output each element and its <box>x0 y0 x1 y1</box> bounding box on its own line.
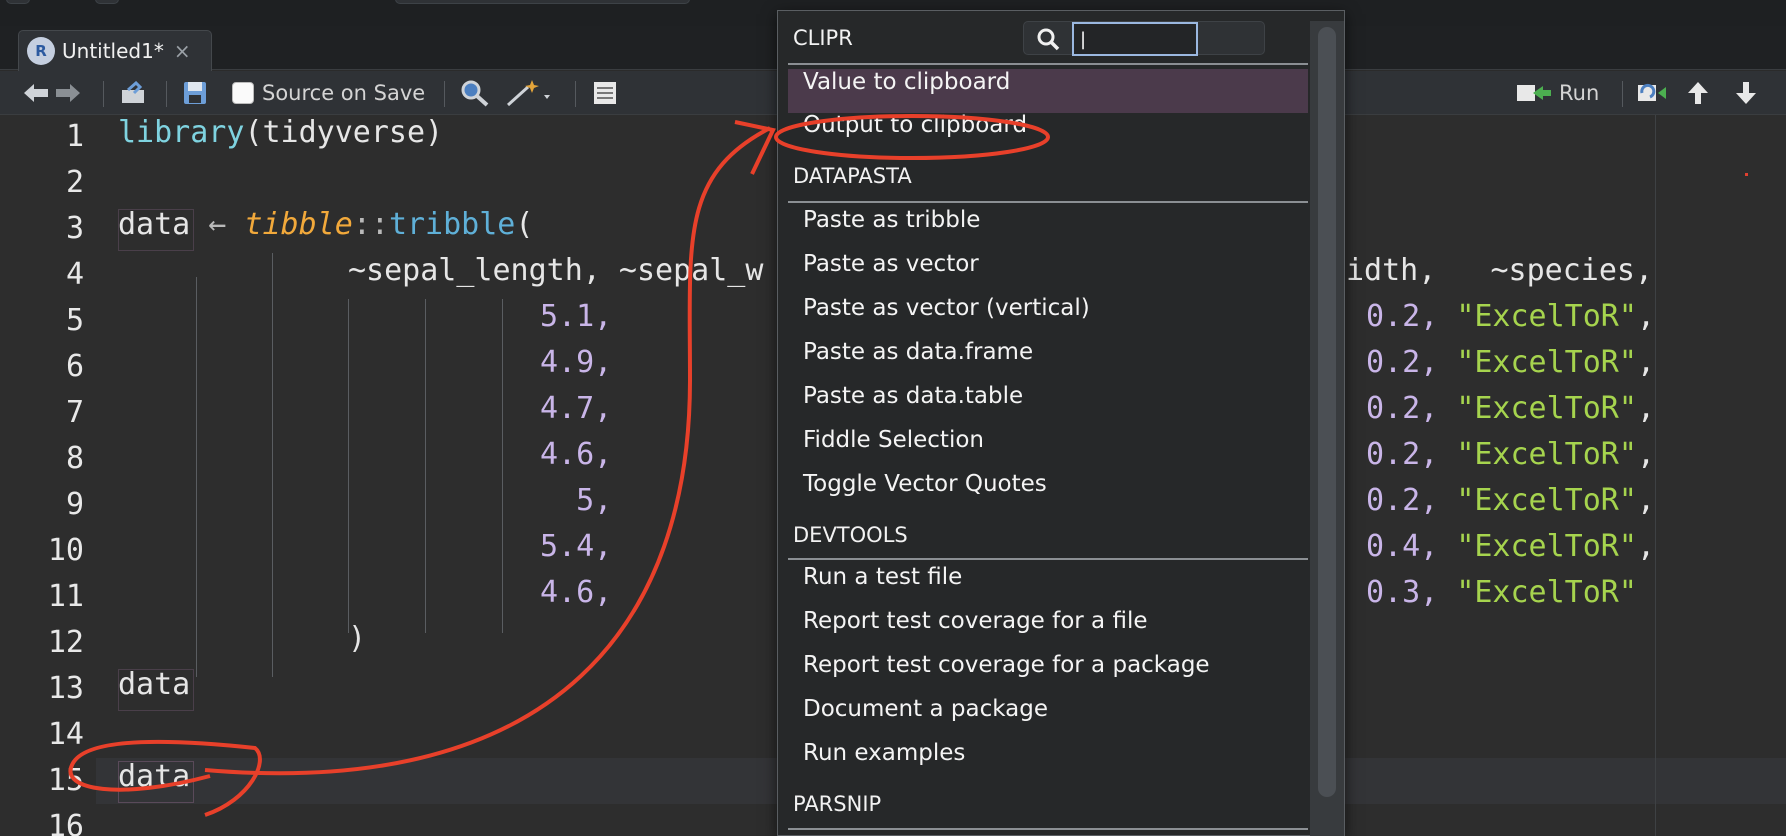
compile-report-icon[interactable] <box>592 71 618 115</box>
back-arrow-icon[interactable] <box>22 71 50 115</box>
menu-item-output-to-clipboard[interactable]: Output to clipboard <box>788 112 1308 156</box>
line-number: 6 <box>65 349 84 384</box>
row-left-value: 5.1, <box>540 299 613 334</box>
show-in-window-icon[interactable] <box>118 71 148 115</box>
menu-item-paste-as-tribble[interactable]: Paste as tribble <box>788 207 1308 251</box>
run-label: Run <box>1559 81 1600 105</box>
find-icon[interactable] <box>460 71 490 115</box>
menu-item-fiddle-selection[interactable]: Fiddle Selection <box>788 427 1308 471</box>
rerun-icon[interactable] <box>1636 71 1674 115</box>
source-on-save-toggle[interactable]: Source on Save <box>232 71 425 115</box>
code-line-4-left: ~sepal_length, ~sepal_w <box>348 253 764 288</box>
row-left-value: 4.6, <box>540 575 613 610</box>
code-line-15: data <box>118 759 194 805</box>
forward-arrow-icon[interactable] <box>54 71 82 115</box>
section-header-clipr: CLIPR <box>793 26 853 50</box>
close-icon[interactable]: × <box>174 39 191 63</box>
line-number: 11 <box>47 579 84 614</box>
rstudio-window: R Untitled1* × Source on Save Run 1 2 3 … <box>0 0 1786 836</box>
line-number: 7 <box>65 395 84 430</box>
search-icon <box>1037 28 1060 51</box>
line-number: 4 <box>65 257 84 292</box>
tab-title: Untitled1* <box>62 39 164 63</box>
line-number: 1 <box>65 119 84 154</box>
menu-item-paste-as-vector[interactable]: Paste as vector <box>788 251 1308 295</box>
line-number: 12 <box>47 625 84 660</box>
menu-item-paste-as-data-frame[interactable]: Paste as data.frame <box>788 339 1308 383</box>
line-number: 3 <box>65 211 84 246</box>
addin-search-box <box>1023 21 1265 56</box>
menu-item-toggle-vector-quotes[interactable]: Toggle Vector Quotes <box>788 471 1308 515</box>
code-line-12: ) <box>348 621 367 656</box>
r-file-icon: R <box>24 37 55 65</box>
menu-item-paste-as-vector-vertical[interactable]: Paste as vector (vertical) <box>788 295 1308 339</box>
menu-item-run-examples[interactable]: Run examples <box>788 740 1308 784</box>
line-number: 14 <box>47 717 84 752</box>
code-line-4-right: idth, ~species, <box>1346 253 1654 288</box>
row-right: 0.2, "ExcelToR", <box>1366 483 1655 518</box>
section-header-datapasta: DATAPASTA <box>793 164 912 188</box>
run-button[interactable]: Run <box>1515 71 1599 115</box>
row-right: 0.4, "ExcelToR", <box>1366 529 1655 564</box>
line-number: 2 <box>65 165 84 200</box>
code-line-13: data <box>118 667 194 713</box>
row-right: 0.2, "ExcelToR", <box>1366 391 1655 426</box>
code-tools-wand-icon[interactable] <box>504 71 554 115</box>
go-to-previous-section-icon[interactable] <box>1686 71 1710 115</box>
row-right: 0.2, "ExcelToR", <box>1366 345 1655 380</box>
menu-scrollbar-thumb[interactable] <box>1318 27 1336 797</box>
line-number: 13 <box>47 671 84 706</box>
line-number: 9 <box>65 487 84 522</box>
line-number-gutter: 1 2 3 4 5 6 7 8 9 10 11 12 13 14 15 16 <box>0 115 96 836</box>
line-number: 5 <box>65 303 84 338</box>
row-left-value: 4.9, <box>540 345 613 380</box>
section-header-devtools: DEVTOOLS <box>793 523 908 547</box>
row-right: 0.2, "ExcelToR", <box>1366 299 1655 334</box>
row-left-value: 4.6, <box>540 437 613 472</box>
line-number: 16 <box>47 809 84 836</box>
menu-item-paste-as-data-table[interactable]: Paste as data.table <box>788 383 1308 427</box>
menu-item-report-test-coverage-package[interactable]: Report test coverage for a package <box>788 652 1308 696</box>
row-left-value: 5, <box>540 483 613 518</box>
go-to-next-section-icon[interactable] <box>1734 71 1758 115</box>
source-on-save-checkbox[interactable] <box>232 82 254 104</box>
menu-item-report-test-coverage-file[interactable]: Report test coverage for a file <box>788 608 1308 652</box>
top-search-pill <box>395 0 690 4</box>
line-number: 8 <box>65 441 84 476</box>
section-header-parsnip: PARSNIP <box>793 792 882 816</box>
code-line-3: data ← tibble::tribble( <box>118 207 533 253</box>
top-pill <box>6 0 30 4</box>
source-on-save-label: Source on Save <box>262 81 426 105</box>
line-number: 10 <box>47 533 84 568</box>
row-left-value: 4.7, <box>540 391 613 426</box>
top-pill <box>95 0 119 4</box>
addins-menu: CLIPR Value to clipboard Output to clipb… <box>777 10 1345 836</box>
code-line-1: library(tidyverse) <box>118 115 444 150</box>
tab-untitled1[interactable]: R Untitled1* × <box>18 30 212 71</box>
save-icon[interactable] <box>182 71 208 115</box>
row-right: 0.2, "ExcelToR", <box>1366 437 1655 472</box>
menu-item-document-a-package[interactable]: Document a package <box>788 696 1308 740</box>
line-number: 15 <box>47 763 84 798</box>
row-left-value: 5.4, <box>540 529 613 564</box>
menu-item-run-a-test-file[interactable]: Run a test file <box>788 564 1308 608</box>
menu-item-value-to-clipboard[interactable]: Value to clipboard <box>788 69 1308 113</box>
addin-search-input[interactable] <box>1072 22 1198 56</box>
row-right: 0.3, "ExcelToR" <box>1366 575 1637 610</box>
